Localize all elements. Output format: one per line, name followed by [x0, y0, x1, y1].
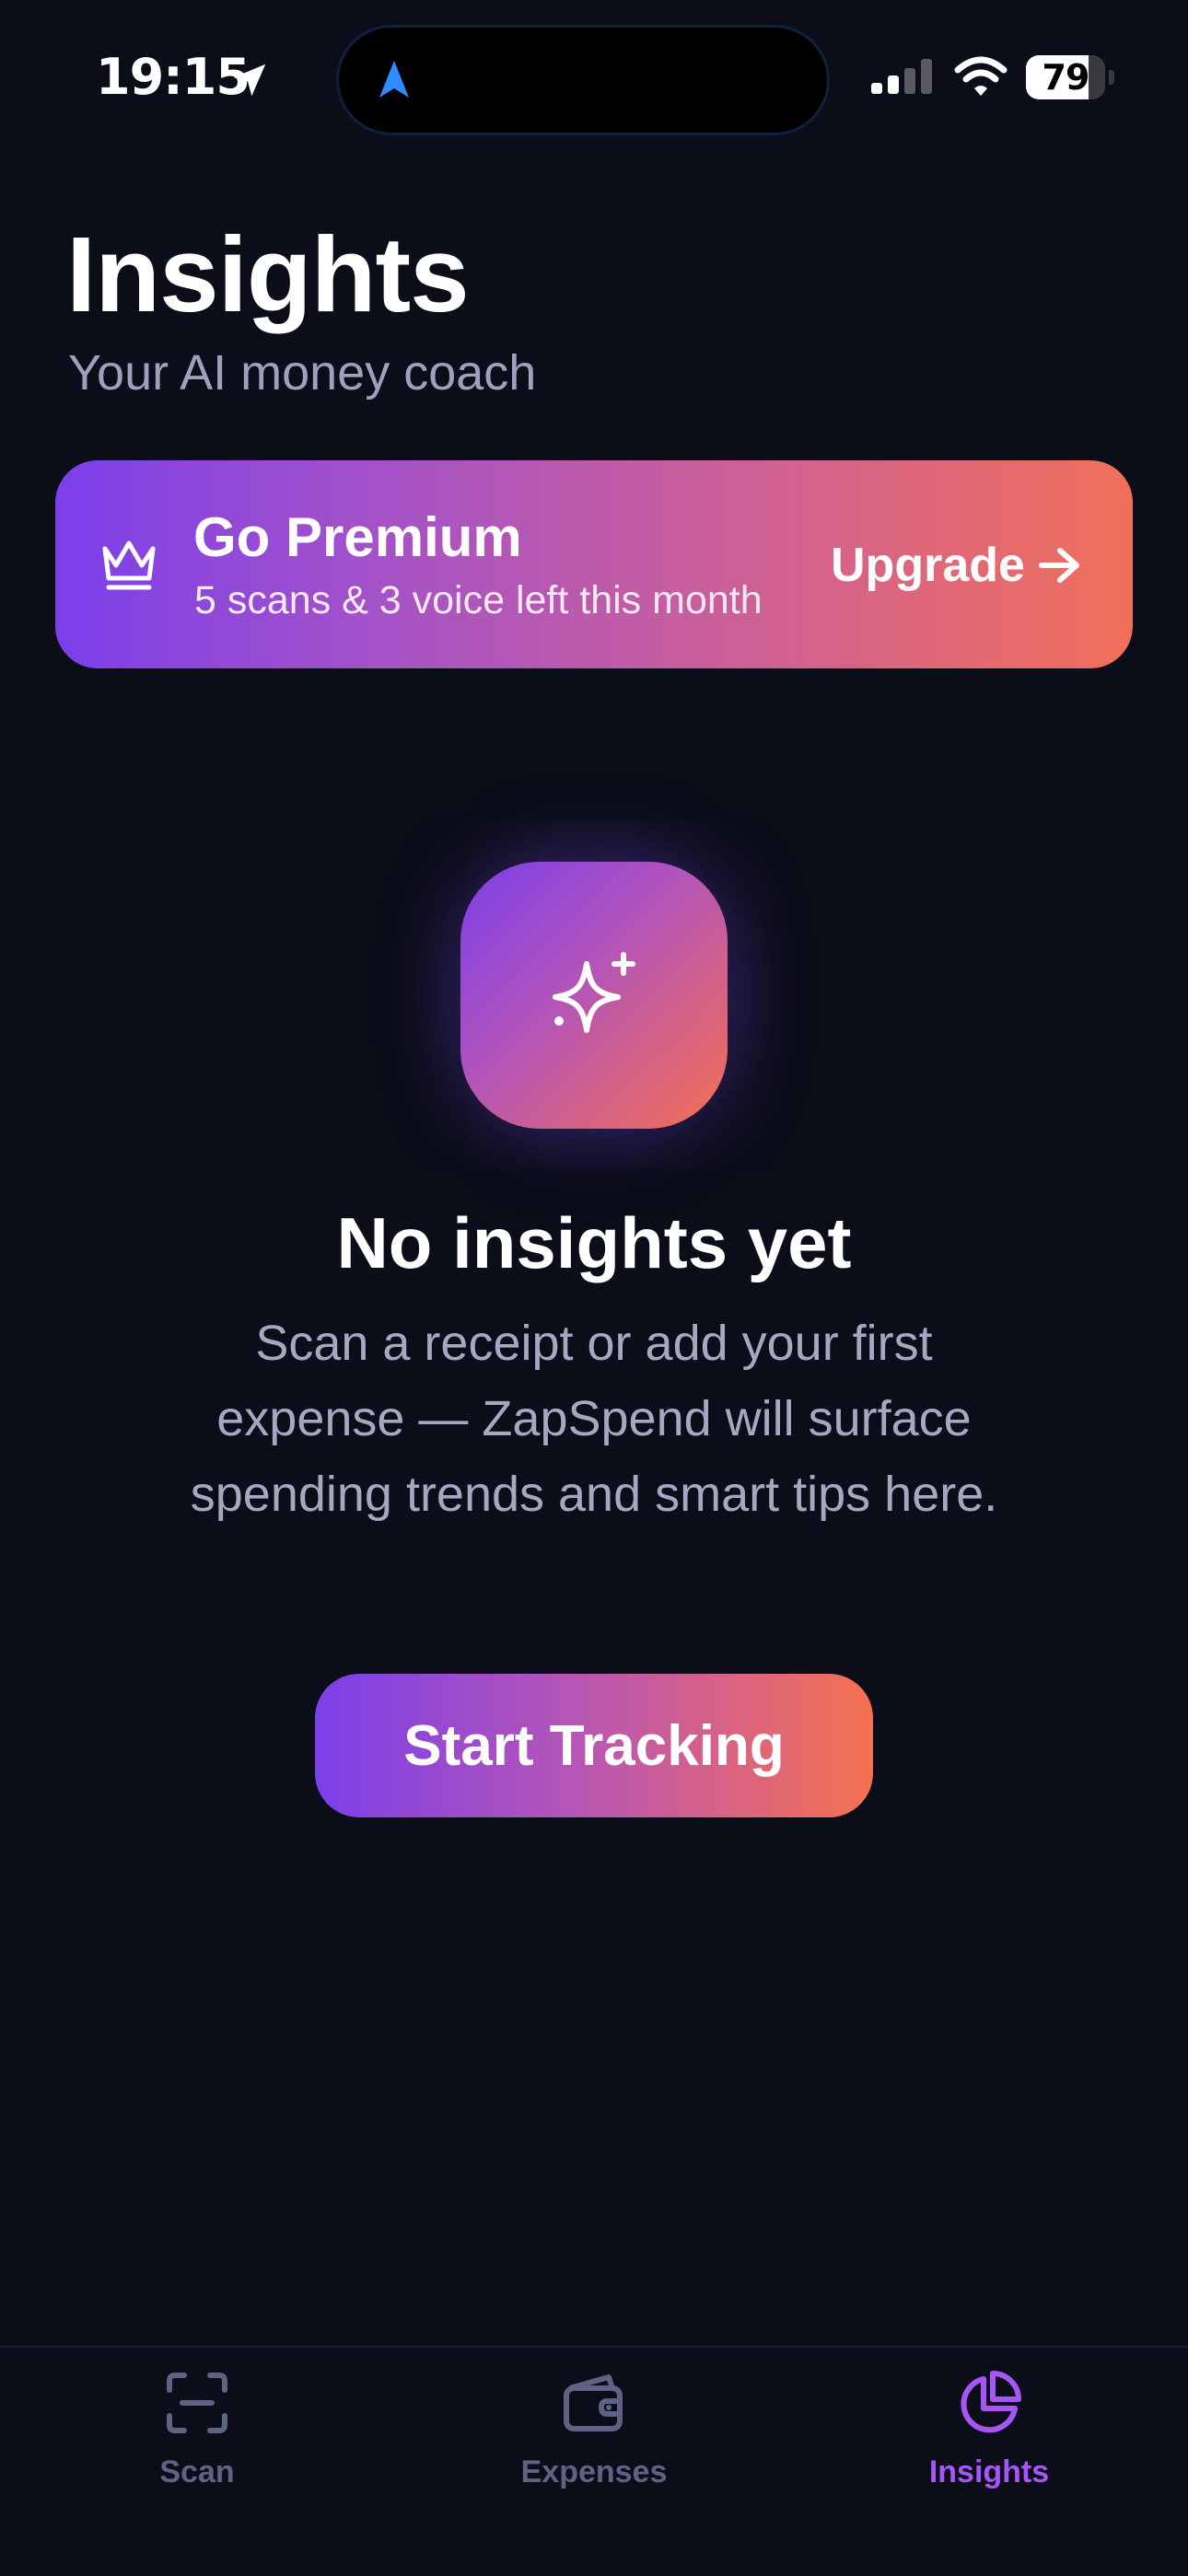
empty-state-icon-tile: [460, 862, 728, 1129]
premium-title: Go Premium: [193, 506, 522, 568]
battery-percent: 79: [1042, 57, 1090, 98]
tab-insights-label: Insights: [928, 2454, 1050, 2489]
crown-icon: [102, 540, 156, 590]
arrow-right-icon: [1038, 548, 1079, 583]
tab-expenses[interactable]: Expenses: [456, 2348, 732, 2513]
wifi-icon: [954, 56, 1007, 96]
page-subtitle: Your AI money coach: [68, 345, 537, 400]
upgrade-button[interactable]: Upgrade: [831, 534, 1082, 597]
start-tracking-label: Start Tracking: [403, 1713, 785, 1778]
tab-expenses-label: Expenses: [520, 2454, 668, 2489]
tab-scan[interactable]: Scan: [59, 2348, 335, 2513]
battery-icon: 79: [1026, 55, 1114, 99]
sparkle-icon: [553, 952, 635, 1033]
upgrade-label: Upgrade: [831, 539, 1025, 592]
pie-chart-icon: [961, 2371, 1021, 2433]
tab-bar: Scan Expenses Insights: [0, 2346, 1188, 2576]
cellular-signal-icon: [871, 59, 932, 94]
scan-icon: [167, 2373, 227, 2433]
wallet-icon: [564, 2374, 623, 2431]
empty-state-title: No insights yet: [336, 1202, 852, 1283]
start-tracking-button[interactable]: Start Tracking: [315, 1674, 873, 1817]
location-arrow-icon: [233, 64, 266, 97]
empty-state-description: Scan a receipt or add your first expense…: [190, 1316, 998, 1522]
premium-banner[interactable]: Go Premium 5 scans & 3 voice left this m…: [55, 460, 1133, 668]
tab-insights[interactable]: Insights: [851, 2348, 1127, 2513]
status-time: 19:15: [96, 48, 250, 106]
navigation-icon: [379, 61, 409, 98]
premium-subtitle: 5 scans & 3 voice left this month: [194, 578, 763, 622]
tab-scan-label: Scan: [159, 2454, 235, 2489]
dynamic-island: [339, 28, 827, 133]
page-title: Insights: [66, 215, 470, 334]
status-bar: 19:15 79: [0, 0, 1188, 157]
